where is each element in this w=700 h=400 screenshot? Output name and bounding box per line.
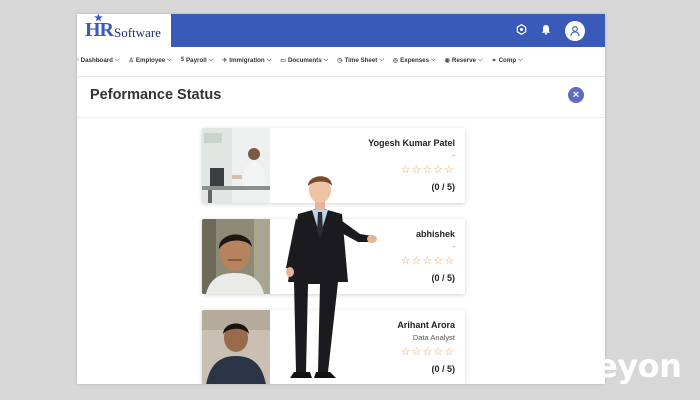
coin-icon: ◎: [392, 57, 399, 64]
logo[interactable]: ★ HR Software: [77, 14, 171, 47]
chevron-down-icon: ⌵: [167, 56, 172, 63]
main-nav: ⌂Dashboard⌵ ♙Employee⌵ $Payroll⌵ ✈Immigr…: [77, 50, 603, 70]
nav-time-sheet[interactable]: ◷ Time Sheet ⌵: [337, 57, 384, 64]
modal-header-divider: [77, 117, 605, 118]
person-icon: ♙: [128, 57, 134, 64]
employee-name: Yogesh Kumar Patel: [368, 138, 455, 148]
chevron-down-icon: ⌵: [208, 56, 214, 63]
close-icon[interactable]: ×: [568, 87, 584, 103]
logo-text: Software: [114, 24, 161, 40]
pin-icon: ◉: [444, 57, 450, 64]
nav-divider: [77, 76, 605, 77]
folder-icon: ▭: [280, 57, 286, 64]
chevron-down-icon: ⌵: [266, 56, 272, 63]
nav-comp[interactable]: ⚭ Comp ⌵: [492, 57, 523, 64]
nav-immigration[interactable]: ✈ Immigration ⌵: [222, 57, 271, 64]
logo-hr: ★ HR: [85, 14, 114, 41]
nav-payroll[interactable]: $ Payroll ⌵: [181, 57, 214, 64]
chevron-down-icon: ⌵: [379, 56, 384, 63]
user-avatar-icon[interactable]: [565, 20, 585, 41]
chevron-down-icon: ⌵: [323, 56, 329, 63]
chevron-down-icon: ⌵: [431, 56, 436, 63]
passport-icon: ✈: [222, 57, 228, 64]
nav-reserve[interactable]: ◉ Reserve ⌵: [445, 57, 483, 64]
employee-photo: [202, 310, 270, 384]
bell-icon[interactable]: [541, 24, 551, 37]
top-icons: [516, 14, 605, 47]
chevron-down-icon: ⌵: [477, 56, 483, 63]
top-bar: ★ HR Software: [77, 14, 605, 47]
dollar-icon: $: [180, 57, 185, 63]
chevron-down-icon: ⌵: [518, 56, 523, 63]
handshake-icon: ⚭: [491, 57, 497, 64]
nav-documents[interactable]: ▭ Documents ⌵: [280, 57, 328, 64]
star-icon: ★: [94, 14, 103, 24]
chevron-down-icon: ⌵: [114, 56, 120, 63]
modal-title: Peformance Status: [90, 87, 222, 103]
nav-employee[interactable]: ♙ Employee ⌵: [129, 57, 172, 64]
clock-icon: ◷: [337, 57, 343, 64]
nav-dashboard[interactable]: ⌂Dashboard⌵: [77, 57, 120, 64]
employee-photo: [202, 219, 270, 294]
employee-photo: [202, 128, 270, 203]
settings-icon[interactable]: [516, 23, 527, 37]
presenter-illustration: [286, 176, 377, 378]
employee-role: -: [452, 151, 456, 160]
brand-watermark: kreyon: [560, 347, 682, 385]
nav-expenses[interactable]: ◎ Expenses ⌵: [393, 57, 436, 64]
home-icon: ⌂: [77, 57, 79, 63]
